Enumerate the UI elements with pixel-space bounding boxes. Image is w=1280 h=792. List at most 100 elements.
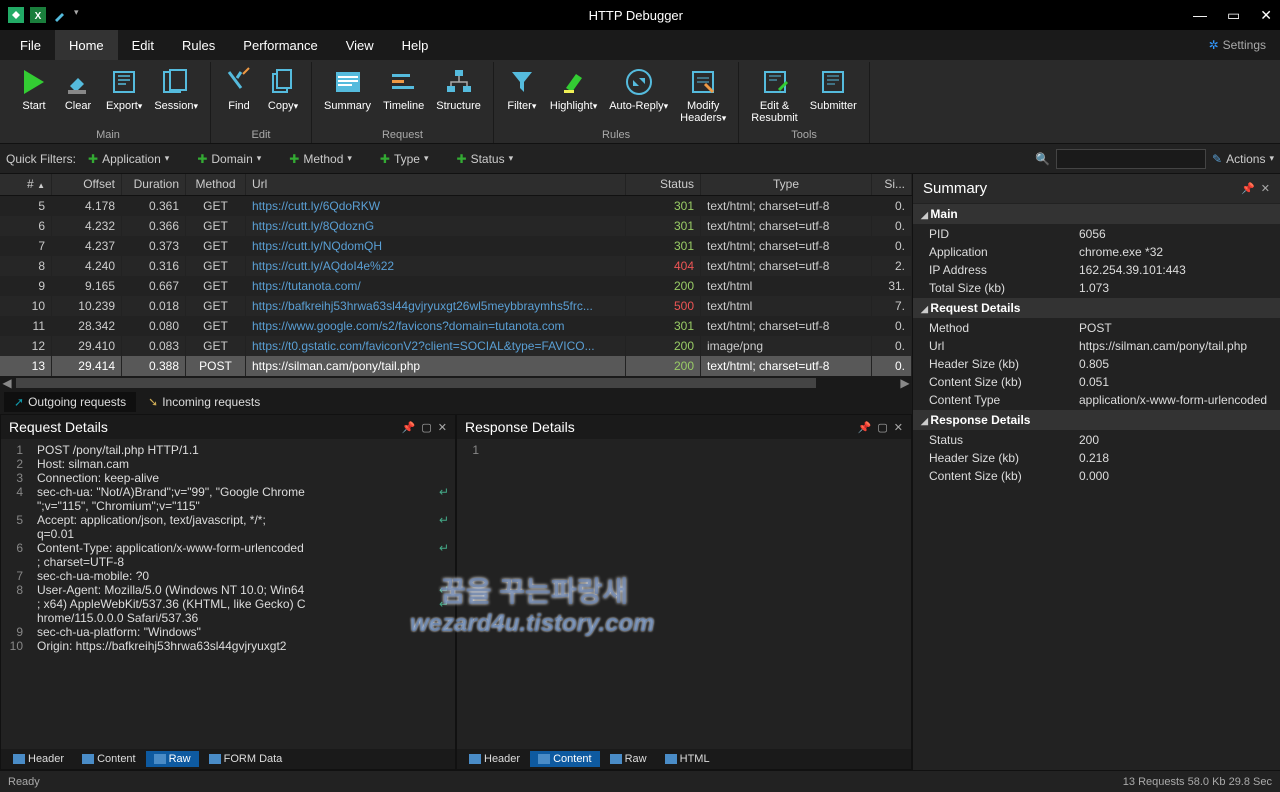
- col-header-status[interactable]: Status: [626, 174, 701, 195]
- pin-icon[interactable]: 📌: [1241, 182, 1255, 195]
- ribbon-timeline-button[interactable]: Timeline: [377, 62, 430, 114]
- pin-icon[interactable]: 📌: [858, 421, 872, 434]
- detail-tab-raw[interactable]: Raw: [146, 751, 199, 767]
- ribbon-highlight-button[interactable]: Highlight▾: [544, 62, 603, 114]
- ribbon-summary-button[interactable]: Summary: [318, 62, 377, 114]
- col-header-offset[interactable]: Offset: [52, 174, 122, 195]
- tab-outgoing[interactable]: ➚Outgoing requests: [4, 392, 136, 412]
- table-row[interactable]: 64.2320.366GEThttps://cutt.ly/8QdoznG301…: [0, 216, 912, 236]
- table-row[interactable]: 74.2370.373GEThttps://cutt.ly/NQdomQH301…: [0, 236, 912, 256]
- highlight-icon: [558, 66, 590, 98]
- detail-tab-html[interactable]: HTML: [657, 751, 718, 767]
- scroll-thumb[interactable]: [16, 378, 816, 388]
- detail-tab-content[interactable]: Content: [74, 751, 144, 767]
- table-row[interactable]: 1010.2390.018GEThttps://bafkreihj53hrwa6…: [0, 296, 912, 316]
- autoreply-icon: [623, 66, 655, 98]
- ribbon-autoreply-button[interactable]: Auto-Reply▾: [603, 62, 674, 114]
- quickfilter-status[interactable]: ✚ Status ▾: [457, 152, 514, 166]
- submitter-icon: [817, 66, 849, 98]
- menu-performance[interactable]: Performance: [229, 30, 331, 60]
- close-button[interactable]: ✕: [1260, 7, 1272, 24]
- minimize-button[interactable]: —: [1193, 7, 1207, 24]
- table-row[interactable]: 84.2400.316GEThttps://cutt.ly/AQdoI4e%22…: [0, 256, 912, 276]
- quick-filters-bar: Quick Filters: ✚ Application ▾✚ Domain ▾…: [0, 144, 1280, 174]
- scroll-right-icon[interactable]: ▶: [898, 376, 912, 390]
- brush-icon[interactable]: [52, 7, 68, 23]
- ribbon-session-button[interactable]: Session▾: [148, 62, 204, 114]
- summary-section-response-details[interactable]: Response Details: [913, 409, 1280, 431]
- menu-view[interactable]: View: [332, 30, 388, 60]
- window-icon[interactable]: ▢: [421, 421, 431, 434]
- response-code[interactable]: 1: [457, 439, 911, 749]
- ribbon-group-label: Tools: [745, 129, 863, 143]
- table-row[interactable]: 1128.3420.080GEThttps://www.google.com/s…: [0, 316, 912, 336]
- ribbon-clear-button[interactable]: Clear: [56, 62, 100, 114]
- menu-edit[interactable]: Edit: [118, 30, 168, 60]
- request-detail-tabs: HeaderContentRawFORM Data: [1, 749, 455, 769]
- tab-incoming[interactable]: ➘Incoming requests: [138, 392, 270, 412]
- table-row[interactable]: 1329.4140.388POSThttps://silman.cam/pony…: [0, 356, 912, 376]
- ribbon-label: Submitter: [810, 100, 857, 112]
- maximize-button[interactable]: ▭: [1227, 7, 1240, 24]
- menu-home[interactable]: Home: [55, 30, 118, 60]
- table-row[interactable]: 54.1780.361GEThttps://cutt.ly/6QdoRKW301…: [0, 196, 912, 216]
- filter-icon: [506, 66, 538, 98]
- actions-dropdown[interactable]: ✎ Actions ▾: [1212, 152, 1274, 166]
- detail-tab-raw[interactable]: Raw: [602, 751, 655, 767]
- search-icon[interactable]: 🔍: [1035, 152, 1050, 166]
- col-header-duration[interactable]: Duration: [122, 174, 186, 195]
- summary-section-main[interactable]: Main: [913, 203, 1280, 225]
- ribbon-filter-button[interactable]: Filter▾: [500, 62, 544, 114]
- detail-tab-header[interactable]: Header: [461, 751, 528, 767]
- quickfilter-domain[interactable]: ✚ Domain ▾: [197, 152, 261, 166]
- export-icon: [108, 66, 140, 98]
- summary-section-request-details[interactable]: Request Details: [913, 297, 1280, 319]
- titlebar: X ▾ HTTP Debugger — ▭ ✕: [0, 0, 1280, 30]
- ribbon-submitter-button[interactable]: Submitter: [804, 62, 863, 114]
- close-panel-icon[interactable]: ✕: [438, 421, 447, 434]
- ribbon-find-button[interactable]: Find: [217, 62, 261, 114]
- timeline-icon: [388, 66, 420, 98]
- col-header-num[interactable]: # ▲: [0, 174, 52, 195]
- structure-icon: [443, 66, 475, 98]
- excel-icon[interactable]: X: [30, 7, 46, 23]
- col-header-type[interactable]: Type: [701, 174, 872, 195]
- detail-tab-content[interactable]: Content: [530, 751, 600, 767]
- menu-file[interactable]: File: [6, 30, 55, 60]
- window-icon[interactable]: ▢: [877, 421, 887, 434]
- detail-tab-header[interactable]: Header: [5, 751, 72, 767]
- settings-button[interactable]: ✲ Settings: [1209, 30, 1274, 60]
- menu-help[interactable]: Help: [388, 30, 443, 60]
- col-header-method[interactable]: Method: [186, 174, 246, 195]
- ribbon-modifyheaders-button[interactable]: ModifyHeaders▾: [674, 62, 732, 126]
- close-panel-icon[interactable]: ✕: [1261, 182, 1270, 195]
- quickfilter-method[interactable]: ✚ Method ▾: [289, 152, 352, 166]
- menu-rules[interactable]: Rules: [168, 30, 229, 60]
- ribbon-export-button[interactable]: Export▾: [100, 62, 148, 114]
- ribbon-copy-button[interactable]: Copy▾: [261, 62, 305, 114]
- request-code[interactable]: 1POST /pony/tail.php HTTP/1.12Host: silm…: [1, 439, 455, 749]
- quickfilter-type[interactable]: ✚ Type ▾: [380, 152, 429, 166]
- ribbon-label: Auto-Reply▾: [609, 100, 668, 112]
- menubar: FileHomeEditRulesPerformanceViewHelp ✲ S…: [0, 30, 1280, 60]
- horizontal-scrollbar[interactable]: ◀ ▶: [0, 376, 912, 390]
- col-header-size[interactable]: Si...: [872, 174, 912, 195]
- table-row[interactable]: 1229.4100.083GEThttps://t0.gstatic.com/f…: [0, 336, 912, 356]
- search-input[interactable]: [1056, 149, 1206, 169]
- quickfilter-application[interactable]: ✚ Application ▾: [88, 152, 169, 166]
- scroll-left-icon[interactable]: ◀: [0, 376, 14, 390]
- ribbon-group-label: Main: [12, 129, 204, 143]
- summary-row: Content Size (kb)0.000: [913, 467, 1280, 485]
- clear-icon: [62, 66, 94, 98]
- table-row[interactable]: 99.1650.667GEThttps://tutanota.com/200te…: [0, 276, 912, 296]
- ribbon-editresubmit-button[interactable]: Edit &Resubmit: [745, 62, 803, 126]
- ribbon-structure-button[interactable]: Structure: [430, 62, 487, 114]
- request-direction-tabs: ➚Outgoing requests ➘Incoming requests: [0, 390, 912, 414]
- pin-icon[interactable]: 📌: [402, 421, 416, 434]
- col-header-url[interactable]: Url: [246, 174, 626, 195]
- ribbon-label: Filter▾: [507, 100, 536, 112]
- ribbon-start-button[interactable]: Start: [12, 62, 56, 114]
- close-panel-icon[interactable]: ✕: [894, 421, 903, 434]
- summary-panel: Summary 📌 ✕ MainPID6056Applicationchrome…: [913, 174, 1280, 770]
- detail-tab-form-data[interactable]: FORM Data: [201, 751, 291, 767]
